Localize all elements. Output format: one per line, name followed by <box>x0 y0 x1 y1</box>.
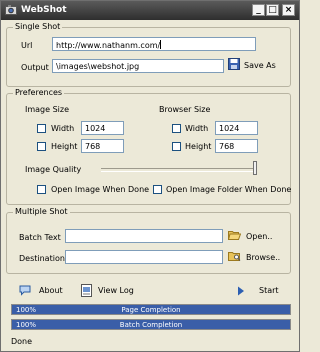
multiple-shot-group: Multiple Shot Batch Text Open.. Destinat… <box>6 207 291 274</box>
image-width-input[interactable]: 1024 <box>81 121 124 135</box>
batch-text-label: Batch Text <box>19 233 61 242</box>
open-folder-label: Open Image Folder When Done <box>166 185 292 194</box>
image-width-value: 1024 <box>85 124 106 133</box>
browser-size-title: Browser Size <box>159 105 211 114</box>
log-document-icon <box>81 284 92 297</box>
image-size-title: Image Size <box>25 105 70 114</box>
browser-width-checkbox[interactable] <box>172 124 181 133</box>
browser-width-value: 1024 <box>219 124 240 133</box>
webshot-window: WebShot _ □ × Single Shot Url http://www… <box>0 0 300 352</box>
browser-height-label: Height <box>185 142 212 151</box>
open-folder-checkbox[interactable] <box>153 185 162 194</box>
browser-height-value: 768 <box>219 142 235 151</box>
url-input[interactable]: http://www.nathanm.com/ <box>52 37 256 51</box>
preferences-group: Preferences Image Size Width 1024 Height… <box>6 88 292 205</box>
view-log-label: View Log <box>98 286 134 295</box>
single-shot-legend: Single Shot <box>13 22 63 31</box>
url-value: http://www.nathanm.com/ <box>56 41 161 50</box>
image-quality-slider-track[interactable] <box>101 168 257 172</box>
about-label: About <box>39 286 63 295</box>
output-input[interactable]: \images\webshot.jpg <box>52 59 224 73</box>
maximize-button[interactable]: □ <box>266 4 279 16</box>
open-image-checkbox[interactable] <box>37 185 46 194</box>
folder-browse-icon <box>228 252 241 261</box>
batch-progress-bar: 100% Batch Completion <box>11 319 291 330</box>
image-quality-slider-thumb[interactable] <box>253 161 257 175</box>
browser-height-checkbox[interactable] <box>172 142 181 151</box>
browser-width-input[interactable]: 1024 <box>215 121 258 135</box>
page-progress-label: Page Completion <box>121 306 181 314</box>
open-label: Open.. <box>246 232 273 241</box>
minimize-button[interactable]: _ <box>252 4 265 16</box>
image-height-input[interactable]: 768 <box>81 139 124 153</box>
output-label: Output <box>21 63 49 72</box>
browse-label: Browse.. <box>246 253 281 262</box>
image-width-label: Width <box>51 124 75 133</box>
preferences-legend: Preferences <box>13 88 65 97</box>
multiple-shot-legend: Multiple Shot <box>13 207 70 216</box>
open-image-label: Open Image When Done <box>51 185 150 194</box>
start-label: Start <box>259 286 279 295</box>
image-height-value: 768 <box>85 142 101 151</box>
save-as-label: Save As <box>244 61 276 70</box>
single-shot-group: Single Shot Url http://www.nathanm.com/ … <box>6 22 291 87</box>
speech-bubble-icon <box>19 285 31 296</box>
image-width-checkbox[interactable] <box>37 124 46 133</box>
image-height-label: Height <box>51 142 78 151</box>
image-height-checkbox[interactable] <box>37 142 46 151</box>
title-bar[interactable]: WebShot _ □ × <box>1 1 299 20</box>
browser-width-label: Width <box>185 124 209 133</box>
batch-progress-label: Batch Completion <box>119 321 183 329</box>
status-text: Done <box>11 337 33 346</box>
play-icon <box>238 286 244 296</box>
batch-text-input[interactable] <box>65 229 223 243</box>
text-caret <box>160 40 162 49</box>
image-quality-label: Image Quality <box>25 165 82 174</box>
folder-open-icon <box>228 231 241 240</box>
browser-height-input[interactable]: 768 <box>215 139 258 153</box>
floppy-disk-icon <box>228 58 240 70</box>
output-value: \images\webshot.jpg <box>56 62 140 71</box>
window-title: WebShot <box>21 5 67 15</box>
destination-input[interactable] <box>65 250 223 264</box>
url-label: Url <box>21 41 33 50</box>
page-progress-bar: 100% Page Completion <box>11 304 291 315</box>
camera-icon <box>5 5 17 15</box>
destination-label: Destination <box>19 254 65 263</box>
close-button[interactable]: × <box>282 4 295 16</box>
